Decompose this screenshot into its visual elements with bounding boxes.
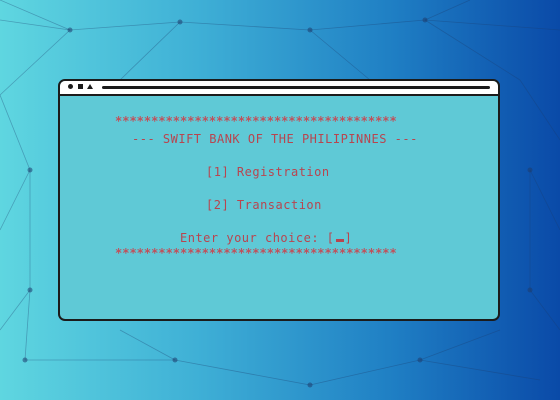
menu-option-registration[interactable]: [1] Registration [206,165,330,179]
maximize-icon[interactable] [78,84,83,89]
bottom-border-line: *************************************** [115,246,397,260]
minimize-icon[interactable] [87,84,93,89]
terminal-screen: *************************************** … [60,96,498,319]
window-titlebar [60,81,498,96]
input-open-bracket: [ [326,231,335,245]
close-icon[interactable] [68,84,73,89]
top-border-line: *************************************** [115,114,397,128]
prompt-label: Enter your choice: [180,231,320,245]
address-bar [102,86,490,89]
menu-option-transaction[interactable]: [2] Transaction [206,198,322,212]
input-cursor[interactable] [335,239,344,242]
choice-prompt: Enter your choice: [] [180,231,352,245]
terminal-window: *************************************** … [58,79,500,321]
bank-title: --- SWIFT BANK OF THE PHILIPINNES --- [132,132,418,146]
input-close-bracket: ] [344,231,353,245]
